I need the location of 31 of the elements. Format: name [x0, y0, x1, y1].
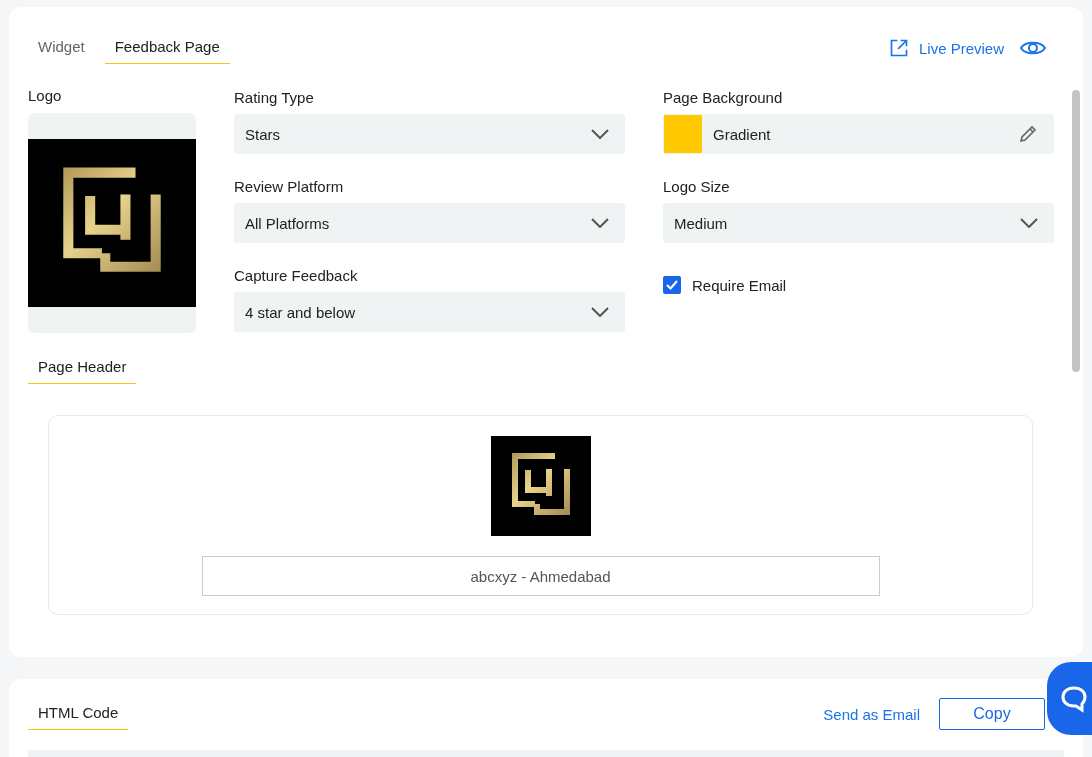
dropdown[interactable]: Medium: [663, 203, 1054, 243]
copy-button[interactable]: Copy: [939, 698, 1045, 730]
eye-icon[interactable]: [1020, 39, 1046, 57]
dropdown[interactable]: 4 star and below: [234, 292, 625, 332]
field-label: Logo: [28, 87, 63, 105]
field-label: Rating Type: [234, 89, 315, 107]
logo-upload-area[interactable]: [28, 113, 196, 333]
live-preview-link[interactable]: Live Preview: [918, 39, 1004, 57]
checkbox-label: Require Email: [692, 276, 787, 294]
field-label: Review Platform: [234, 178, 345, 196]
color-swatch[interactable]: [664, 115, 702, 153]
field-label: Logo Size: [663, 178, 731, 196]
section-tab[interactable]: Page Header: [28, 352, 137, 384]
section-tab[interactable]: HTML Code: [28, 698, 129, 730]
business-name-field[interactable]: abcxyz - Ahmedabad: [201, 556, 880, 596]
chevron-down-icon: [1020, 218, 1038, 228]
external-link-icon[interactable]: [888, 38, 909, 58]
send-email-link[interactable]: Send as Email: [823, 705, 920, 723]
dropdown[interactable]: All Platforms: [234, 203, 625, 243]
chevron-down-icon: [591, 129, 609, 139]
checkbox[interactable]: [663, 276, 681, 294]
chevron-down-icon: [591, 218, 609, 228]
tab[interactable]: Widget: [28, 32, 95, 64]
chevron-down-icon: [591, 307, 609, 317]
scrollbar[interactable]: [1072, 90, 1080, 372]
tab[interactable]: Feedback Page: [104, 32, 230, 64]
dropdown[interactable]: Stars: [234, 114, 625, 154]
pencil-icon[interactable]: [1018, 124, 1038, 144]
color-value: Gradient: [713, 125, 772, 143]
field-label: Page Background: [663, 89, 784, 107]
field-label: Capture Feedback: [234, 267, 359, 285]
